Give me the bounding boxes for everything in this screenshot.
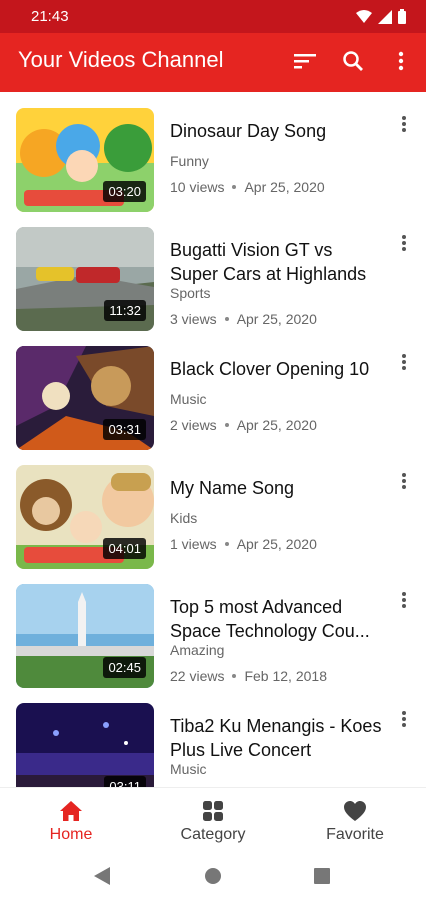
video-views: 22 views [170,668,225,684]
nav-category-label: Category [180,826,246,843]
sort-icon [294,54,316,69]
more-vert-icon [402,116,406,132]
video-date: Apr 25, 2020 [244,179,325,195]
nav-category[interactable]: Category [153,796,273,844]
status-icons [356,9,406,24]
video-views: 2 views [170,417,217,433]
more-vert-icon [402,473,406,489]
search-button[interactable] [338,46,368,76]
video-date: Apr 25, 2020 [236,536,317,552]
battery-icon [398,9,406,24]
nav-home-label: Home [49,826,93,843]
video-more-button[interactable] [392,231,416,255]
video-more-button[interactable] [392,588,416,612]
heart-icon [344,801,366,821]
sort-button[interactable] [290,46,320,76]
video-date: Apr 25, 2020 [236,417,317,433]
more-vert-icon [402,354,406,370]
system-back-button[interactable] [92,866,112,886]
video-duration: 03:20 [103,181,146,202]
video-list-item[interactable]: 03:31 Black Clover Opening 10 Music 2 vi… [0,330,426,450]
more-vert-icon [402,711,406,727]
video-list-item[interactable]: 02:45 Top 5 most Advanced Space Technolo… [0,568,426,688]
more-vert-icon [402,235,406,251]
video-more-button[interactable] [392,707,416,731]
system-recents-button[interactable] [312,866,332,886]
video-title: Top 5 most Advanced Space Technology Cou… [170,597,370,641]
video-meta: 2 views Apr 25, 2020 [170,417,317,433]
home-icon [60,801,82,821]
video-thumbnail[interactable]: 03:20 [16,108,154,212]
video-category: Music [170,391,207,407]
video-meta: 10 views Apr 25, 2020 [170,179,325,195]
more-vert-icon [402,592,406,608]
search-icon [343,51,363,71]
system-navigation-bar [0,851,426,900]
video-meta: 3 views Apr 25, 2020 [170,311,317,327]
separator-dot [232,673,237,678]
video-duration: 02:45 [103,657,146,678]
video-duration: 04:01 [103,538,146,559]
signal-icon [378,9,392,24]
wifi-icon [356,9,372,23]
overflow-menu-button[interactable] [386,46,416,76]
video-duration: 03:11 [104,776,146,787]
video-views: 1 views [170,536,217,552]
video-views: 10 views [170,179,225,195]
separator-dot [224,316,229,321]
nav-home[interactable]: Home [11,796,131,844]
video-date: Apr 25, 2020 [236,311,317,327]
video-meta: 1 views Apr 25, 2020 [170,536,317,552]
video-date: Feb 12, 2018 [244,668,327,684]
recents-square-icon [314,868,330,884]
back-triangle-icon [94,867,110,885]
video-title: Tiba2 Ku Menangis - Koes Plus Live Conce… [170,716,382,760]
video-list[interactable]: 03:20 Dinosaur Day Song Funny 10 views Ap… [0,92,426,787]
status-bar: 21:43 [0,0,426,33]
video-list-item[interactable]: 11:32 Bugatti Vision GT vs Super Cars at… [0,211,426,331]
app-bar: Your Videos Channel [0,33,426,92]
video-category: Amazing [170,642,225,658]
video-thumbnail[interactable]: 04:01 [16,465,154,569]
video-category: Sports [170,285,211,301]
video-duration: 11:32 [104,300,146,321]
separator-dot [224,422,229,427]
video-title: My Name Song [170,478,295,498]
video-title: Black Clover Opening 10 [170,359,370,379]
video-duration: 03:31 [103,419,146,440]
bottom-navigation: Home Category Favorite [0,787,426,852]
video-thumbnail[interactable]: 02:45 [16,584,154,688]
nav-favorite[interactable]: Favorite [295,796,415,844]
video-category: Kids [170,510,198,526]
separator-dot [232,184,237,189]
status-time: 21:43 [31,8,69,25]
app-title: Your Videos Channel [18,47,224,72]
separator-dot [224,541,229,546]
video-more-button[interactable] [392,112,416,136]
video-title: Dinosaur Day Song [170,121,327,141]
video-more-button[interactable] [392,469,416,493]
more-vert-icon [398,51,404,71]
video-more-button[interactable] [392,350,416,374]
video-category: Music [170,761,207,777]
video-title: Bugatti Vision GT vs Super Cars at Highl… [170,240,367,284]
home-circle-icon [205,868,221,884]
video-meta: 22 views Feb 12, 2018 [170,668,327,684]
grid-icon [203,801,223,821]
video-views: 3 views [170,311,217,327]
nav-favorite-label: Favorite [326,826,384,843]
video-thumbnail[interactable]: 11:32 [16,227,154,331]
video-category: Funny [170,153,209,169]
video-list-item[interactable]: 03:11 Tiba2 Ku Menangis - Koes Plus Live… [0,687,426,787]
video-thumbnail[interactable]: 03:31 [16,346,154,450]
system-home-button[interactable] [203,866,223,886]
video-thumbnail[interactable]: 03:11 [16,703,154,787]
video-list-item[interactable]: 03:20 Dinosaur Day Song Funny 10 views Ap… [0,92,426,212]
video-list-item[interactable]: 04:01 My Name Song Kids 1 views Apr 25, 2… [0,449,426,569]
